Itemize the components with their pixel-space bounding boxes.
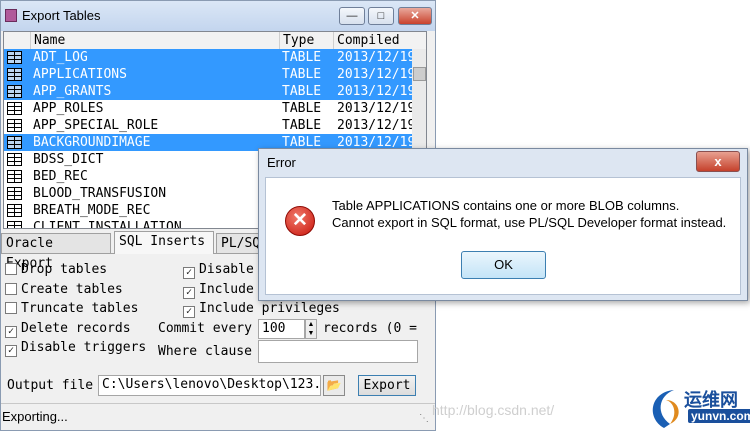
where-clause-input[interactable] bbox=[258, 340, 418, 363]
cell-name: BREATH_MODE_REC bbox=[33, 203, 151, 218]
option-include-privileges[interactable]: ✓ Include privileges bbox=[183, 301, 340, 318]
cell-type: TABLE bbox=[282, 67, 322, 82]
checkbox-unchecked[interactable] bbox=[5, 283, 17, 295]
table-icon bbox=[7, 51, 22, 64]
table-icon bbox=[7, 153, 22, 166]
cell-name: APP_SPECIAL_ROLE bbox=[33, 118, 159, 133]
cell-compiled: 2013/12/19 bbox=[337, 84, 413, 99]
cell-type: TABLE bbox=[282, 50, 322, 65]
cell-name: BED_REC bbox=[33, 169, 88, 184]
table-row[interactable]: ADT_LOG TABLE 2013/12/19 bbox=[4, 49, 413, 66]
option-truncate-tables[interactable]: Truncate tables bbox=[5, 301, 138, 316]
checkbox-checked[interactable]: ✓ bbox=[183, 306, 195, 318]
dialog-title: Error bbox=[267, 155, 296, 170]
cell-name: APP_ROLES bbox=[33, 101, 104, 116]
checkbox-checked[interactable]: ✓ bbox=[183, 267, 195, 279]
dialog-close-button[interactable]: x bbox=[696, 151, 740, 172]
column-header-type[interactable]: Type bbox=[280, 32, 334, 49]
option-disable-right[interactable]: ✓ Disable bbox=[183, 262, 254, 279]
cell-compiled: 2013/12/19 bbox=[337, 50, 413, 65]
title-bar[interactable]: Export Tables — □ ✕ bbox=[1, 1, 435, 31]
close-button[interactable]: ✕ bbox=[398, 7, 432, 25]
tab-sql-inserts[interactable]: SQL Inserts bbox=[114, 231, 214, 254]
cell-name: BLOOD_TRANSFUSION bbox=[33, 186, 167, 201]
cell-type: TABLE bbox=[282, 101, 322, 116]
records-label: records (0 = bbox=[323, 321, 417, 336]
cell-name: APPLICATIONS bbox=[33, 67, 127, 82]
dialog-body: ✕ Table APPLICATIONS contains one or mor… bbox=[265, 177, 741, 295]
checkbox-checked[interactable]: ✓ bbox=[5, 345, 17, 357]
window-title: Export Tables bbox=[22, 8, 101, 23]
column-header-name[interactable]: Name bbox=[31, 32, 280, 49]
cell-name: BACKGROUNDIMAGE bbox=[33, 135, 151, 150]
cell-name: BDSS_DICT bbox=[33, 152, 104, 167]
column-header-compiled[interactable]: Compiled bbox=[334, 32, 426, 49]
table-icon bbox=[7, 68, 22, 81]
watermark-text: http://blog.csdn.net/ bbox=[432, 402, 555, 418]
maximize-button[interactable]: □ bbox=[368, 7, 394, 25]
checkbox-checked[interactable]: ✓ bbox=[5, 326, 17, 338]
table-row[interactable]: APPLICATIONS TABLE 2013/12/19 bbox=[4, 66, 413, 83]
checkbox-unchecked[interactable] bbox=[5, 302, 17, 314]
table-icon bbox=[7, 187, 22, 200]
table-icon bbox=[7, 102, 22, 115]
status-text: Exporting... bbox=[2, 409, 68, 424]
table-icon bbox=[7, 221, 22, 228]
cell-type: TABLE bbox=[282, 84, 322, 99]
option-disable-triggers[interactable]: ✓ Disable triggers bbox=[5, 340, 146, 357]
error-dialog: Error x ✕ Table APPLICATIONS contains on… bbox=[258, 148, 748, 301]
folder-open-icon[interactable]: 📂 bbox=[323, 375, 345, 396]
cell-name: APP_GRANTS bbox=[33, 84, 112, 99]
checkbox-unchecked[interactable] bbox=[5, 263, 17, 275]
table-icon bbox=[7, 136, 22, 149]
error-icon: ✕ bbox=[285, 206, 315, 236]
table-icon bbox=[7, 204, 22, 217]
table-icon bbox=[7, 119, 22, 132]
ok-button[interactable]: OK bbox=[461, 251, 546, 279]
table-icon bbox=[7, 85, 22, 98]
output-file-label: Output file bbox=[7, 378, 94, 393]
cell-type: TABLE bbox=[282, 118, 322, 133]
checkbox-checked[interactable]: ✓ bbox=[183, 287, 195, 299]
tab-oracle-export[interactable]: Oracle Export bbox=[1, 233, 111, 271]
table-row[interactable]: APP_ROLES TABLE 2013/12/19 bbox=[4, 100, 413, 117]
table-row[interactable]: APP_SPECIAL_ROLE TABLE 2013/12/19 bbox=[4, 117, 413, 134]
site-logo: 运维网 yunvn.com bbox=[644, 384, 750, 431]
commit-every-input[interactable]: 100 bbox=[258, 319, 305, 339]
error-message-line-1: Table APPLICATIONS contains one or more … bbox=[332, 198, 680, 213]
where-clause-label: Where clause bbox=[158, 344, 252, 359]
cell-compiled: 2013/12/19 bbox=[337, 67, 413, 82]
option-delete-records[interactable]: ✓ Delete records bbox=[5, 321, 131, 338]
logo-url: yunvn.com bbox=[688, 409, 750, 423]
option-drop-tables[interactable]: Drop tables bbox=[5, 262, 107, 277]
option-create-tables[interactable]: Create tables bbox=[5, 282, 123, 297]
resize-grip-icon[interactable]: ⋱ bbox=[419, 413, 431, 425]
cell-compiled: 2013/12/19 bbox=[337, 118, 413, 133]
export-button[interactable]: Export bbox=[358, 375, 416, 396]
scrollbar-thumb[interactable] bbox=[413, 67, 426, 81]
header-icon-column bbox=[4, 32, 31, 49]
option-include-right[interactable]: ✓ Include bbox=[183, 282, 254, 299]
commit-every-spinner[interactable]: ▲ ▼ bbox=[305, 319, 317, 339]
list-header: Name Type Compiled bbox=[4, 32, 426, 50]
cell-name: ADT_LOG bbox=[33, 50, 88, 65]
app-icon bbox=[5, 9, 17, 22]
error-message-line-2: Cannot export in SQL format, use PL/SQL … bbox=[332, 215, 727, 230]
status-bar: Exporting... bbox=[1, 403, 435, 431]
output-file-input[interactable]: C:\Users\lenovo\Desktop\123.sql bbox=[98, 375, 321, 396]
minimize-button[interactable]: — bbox=[339, 7, 365, 25]
cell-compiled: 2013/12/19 bbox=[337, 101, 413, 116]
cell-name: CLIENT_INSTALLATION bbox=[33, 220, 182, 229]
table-row[interactable]: APP_GRANTS TABLE 2013/12/19 bbox=[4, 83, 413, 100]
table-icon bbox=[7, 170, 22, 183]
commit-every-label: Commit every bbox=[158, 321, 252, 336]
tab-plsql-developer[interactable]: PL/SQL Developer bbox=[216, 233, 262, 253]
